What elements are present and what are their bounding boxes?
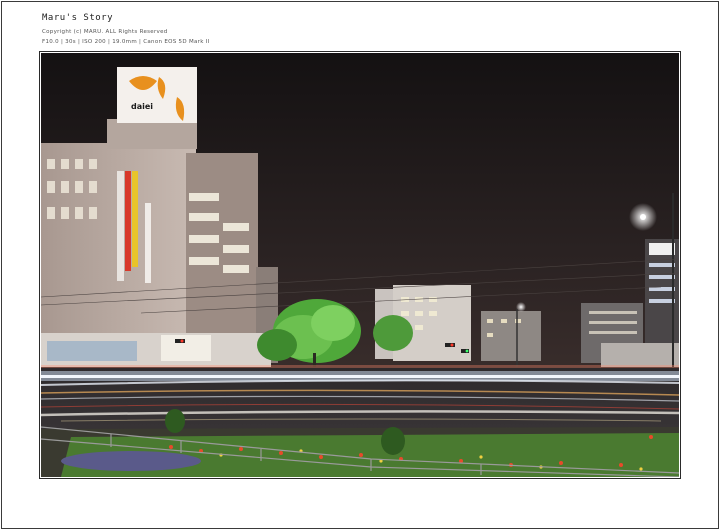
copyright-line: Copyright (c) MARU. ALL Rights Reserved — [42, 29, 168, 35]
blog-title: Maru's Story — [42, 13, 114, 23]
exif-line: F10.0 | 30s | ISO 200 | 19.0mm | Canon E… — [42, 39, 210, 45]
night-city-photo: daiei — [41, 53, 679, 477]
photo-scene: daiei — [41, 53, 679, 477]
store-sign-text: daiei — [131, 102, 153, 111]
header: Maru's Story Copyright (c) MARU. ALL Rig… — [42, 12, 210, 47]
